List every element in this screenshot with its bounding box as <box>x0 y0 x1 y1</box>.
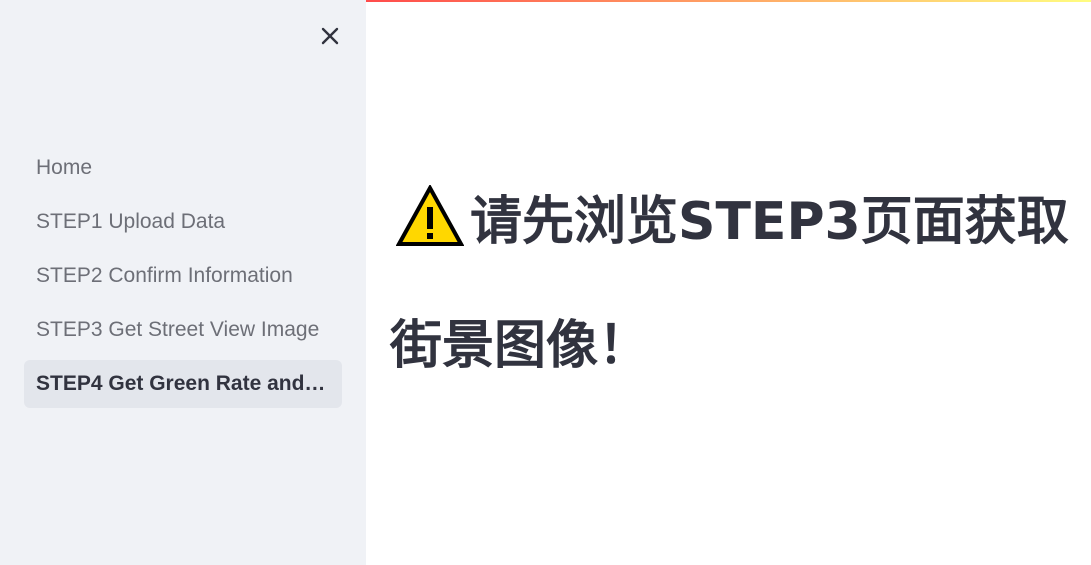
sidebar-item-step4-get-green-rate[interactable]: STEP4 Get Green Rate and… <box>24 360 342 408</box>
sidebar-item-step2-confirm-information[interactable]: STEP2 Confirm Information <box>24 252 342 300</box>
warning-icon <box>396 185 464 246</box>
sidebar-item-step3-get-street-view-image[interactable]: STEP3 Get Street View Image <box>24 306 342 354</box>
sidebar: Home STEP1 Upload Data STEP2 Confirm Inf… <box>0 0 366 565</box>
sidebar-item-label: STEP3 Get Street View Image <box>36 318 320 341</box>
sidebar-item-label: STEP2 Confirm Information <box>36 264 293 287</box>
close-icon <box>321 27 339 45</box>
heading-text: 请先浏览STEP3页面获取街景图像！ <box>390 192 1069 376</box>
sidebar-item-home[interactable]: Home <box>24 144 342 192</box>
sidebar-item-label: STEP4 Get Green Rate and… <box>36 372 326 395</box>
sidebar-item-label: Home <box>36 156 93 179</box>
sidebar-item-step1-upload-data[interactable]: STEP1 Upload Data <box>24 198 342 246</box>
close-sidebar-button[interactable] <box>312 18 348 54</box>
main-content: 请先浏览STEP3页面获取街景图像！ <box>366 0 1091 565</box>
warning-heading: 请先浏览STEP3页面获取街景图像！ <box>390 160 1070 408</box>
sidebar-item-label: STEP1 Upload Data <box>36 210 226 233</box>
app-window: Home STEP1 Upload Data STEP2 Confirm Inf… <box>0 0 1091 565</box>
sidebar-nav: Home STEP1 Upload Data STEP2 Confirm Inf… <box>24 144 342 414</box>
